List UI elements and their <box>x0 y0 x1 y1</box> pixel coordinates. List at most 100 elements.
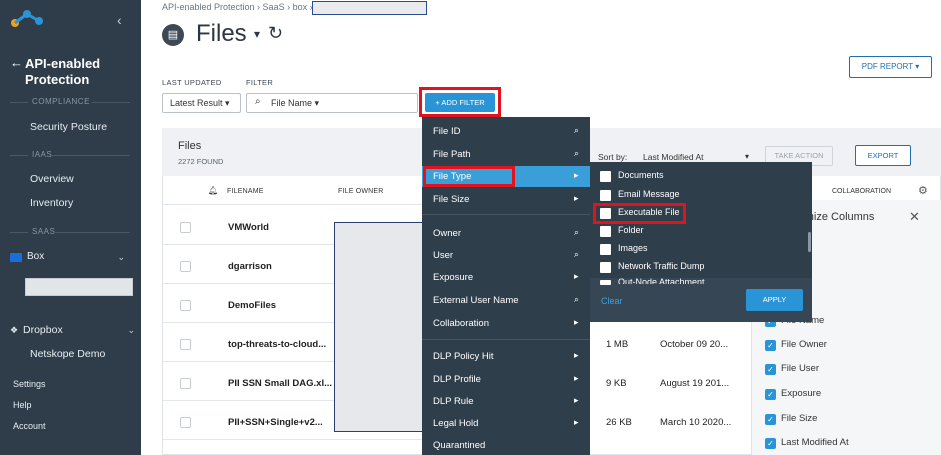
file-type-option[interactable]: Documents <box>618 170 664 180</box>
menu-separator <box>422 339 590 340</box>
column-option-label[interactable]: Exposure <box>781 388 821 399</box>
sidebar-item-dropbox[interactable]: ❖ Dropbox ⌄ <box>10 324 135 336</box>
sidebar-item-netskope-demo[interactable]: Netskope Demo <box>30 348 105 360</box>
menu-item-user[interactable]: User <box>433 250 453 261</box>
column-checkbox[interactable]: ✓ <box>765 438 776 449</box>
sidebar: ‹ ← API-enabled Protection COMPLIANCE Se… <box>0 0 141 455</box>
page-title[interactable]: Files <box>196 20 247 48</box>
file-type-checkbox[interactable] <box>600 262 611 273</box>
files-count: 2272 FOUND <box>178 157 224 166</box>
redacted-breadcrumb <box>312 1 427 15</box>
file-name-filter[interactable]: File Name ▾ <box>246 93 418 113</box>
menu-item-exposure[interactable]: Exposure <box>433 272 473 283</box>
netskope-logo-icon <box>11 10 43 27</box>
modified-date-cell: October 09 20... <box>660 339 729 350</box>
title-caret-icon[interactable]: ▾ <box>254 27 260 41</box>
sort-by-select[interactable]: Last Modified At <box>643 152 703 162</box>
sidebar-item-inventory[interactable]: Inventory <box>30 197 73 209</box>
file-type-option[interactable]: Images <box>618 243 648 253</box>
menu-item-collaboration[interactable]: Collaboration <box>433 318 489 329</box>
box-logo-icon <box>10 253 22 262</box>
close-icon[interactable]: ✕ <box>909 209 920 225</box>
clear-link[interactable]: Clear <box>601 296 623 306</box>
row-checkbox[interactable] <box>180 222 191 233</box>
column-filename[interactable]: FILENAME <box>227 188 264 195</box>
file-name-cell[interactable]: dgarrison <box>228 261 272 272</box>
column-checkbox[interactable]: ✓ <box>765 414 776 425</box>
add-filter-button[interactable]: + ADD FILTER <box>425 93 495 112</box>
row-checkbox[interactable] <box>180 261 191 272</box>
file-type-option[interactable]: Network Traffic Dump <box>618 261 704 271</box>
file-name-filter-value: File Name <box>271 98 313 108</box>
menu-item-owner[interactable]: Owner <box>433 228 461 239</box>
file-type-option[interactable]: Email Message <box>618 189 680 199</box>
menu-item-legal-hold[interactable]: Legal Hold <box>433 418 478 429</box>
refresh-icon[interactable]: ↻ <box>268 23 283 44</box>
row-checkbox[interactable] <box>180 339 191 350</box>
file-name-cell[interactable]: PII SSN Small DAG.xl... <box>228 378 332 389</box>
menu-item-file-id[interactable]: File ID <box>433 126 460 137</box>
submenu-scrollbar[interactable] <box>808 232 811 252</box>
sidebar-item-security-posture[interactable]: Security Posture <box>30 121 107 133</box>
sidebar-item-box[interactable]: Box ⌄ <box>10 251 135 265</box>
highlight-outline <box>423 166 515 187</box>
sidebar-item-overview[interactable]: Overview <box>30 173 74 185</box>
file-name-cell[interactable]: top-threats-to-cloud... <box>228 339 326 350</box>
menu-item-dlp-profile[interactable]: DLP Profile <box>433 374 481 385</box>
chevron-right-icon: ▸ <box>574 170 579 180</box>
search-icon: ⌕ <box>574 125 580 135</box>
file-type-option[interactable]: Out-Node Attachment <box>618 277 705 284</box>
modified-date-cell: August 19 201... <box>660 378 730 389</box>
column-collaboration[interactable]: COLLABORATION <box>832 188 891 195</box>
file-name-cell[interactable]: VMWorld <box>228 222 269 233</box>
file-type-checkbox[interactable] <box>600 190 611 201</box>
menu-item-external-user-name[interactable]: External User Name <box>433 295 519 306</box>
file-type-checkbox[interactable] <box>600 280 611 285</box>
redacted-instance <box>25 278 133 296</box>
back-title[interactable]: API-enabled Protection <box>11 56 136 88</box>
chevron-down-icon: ⌄ <box>127 325 135 335</box>
search-icon: ⌕ <box>574 148 580 158</box>
pdf-report-button[interactable]: PDF REPORT ▾ <box>849 56 932 78</box>
menu-item-dlp-rule[interactable]: DLP Rule <box>433 396 474 407</box>
menu-item-file-size[interactable]: File Size <box>433 194 469 205</box>
file-type-checkbox[interactable] <box>600 226 611 237</box>
column-option-label[interactable]: File User <box>781 363 819 374</box>
file-name-cell[interactable]: DemoFiles <box>228 300 276 311</box>
chevron-right-icon: ▸ <box>574 373 579 383</box>
sidebar-item-help[interactable]: Help <box>13 400 32 410</box>
column-file-owner[interactable]: FILE OWNER <box>338 188 384 195</box>
sidebar-item-settings[interactable]: Settings <box>13 379 46 389</box>
files-title: Files <box>178 140 202 152</box>
files-page-icon: ▤ <box>162 24 184 46</box>
column-option-label[interactable]: Last Modified At <box>781 437 849 448</box>
chevron-right-icon: ▸ <box>574 395 579 405</box>
column-checkbox[interactable]: ✓ <box>765 340 776 351</box>
menu-item-quarantined[interactable]: Quarantined <box>433 440 485 455</box>
collapse-sidebar-icon[interactable]: ‹ <box>117 12 122 28</box>
apply-button[interactable]: APPLY <box>746 289 803 311</box>
file-type-checkbox[interactable] <box>600 171 611 182</box>
file-type-option[interactable]: Folder <box>618 225 644 235</box>
row-checkbox[interactable] <box>180 417 191 428</box>
row-checkbox[interactable] <box>180 300 191 311</box>
menu-separator <box>422 214 590 215</box>
search-icon: ⌕ <box>574 249 580 259</box>
sort-by-label: Sort by: <box>598 152 628 162</box>
menu-item-file-path[interactable]: File Path <box>433 149 471 160</box>
file-name-cell[interactable]: PII+SSN+Single+v2... <box>228 417 323 428</box>
gear-icon[interactable]: ⚙ <box>918 184 928 197</box>
column-option-label[interactable]: File Size <box>781 413 817 424</box>
chevron-right-icon: ▸ <box>574 417 579 427</box>
export-button[interactable]: EXPORT <box>855 145 911 166</box>
column-checkbox[interactable]: ✓ <box>765 364 776 375</box>
breadcrumb[interactable]: API-enabled Protection › SaaS › box › <box>162 2 313 12</box>
row-checkbox[interactable] <box>180 378 191 389</box>
column-checkbox[interactable]: ✓ <box>765 389 776 400</box>
column-option-label[interactable]: File Owner <box>781 339 827 350</box>
menu-item-dlp-policy-hit[interactable]: DLP Policy Hit <box>433 351 494 362</box>
file-type-checkbox[interactable] <box>600 244 611 255</box>
last-updated-select[interactable]: Latest Result ▾ <box>162 93 241 113</box>
sidebar-item-account[interactable]: Account <box>13 421 46 431</box>
redacted-owner-column <box>334 222 424 432</box>
